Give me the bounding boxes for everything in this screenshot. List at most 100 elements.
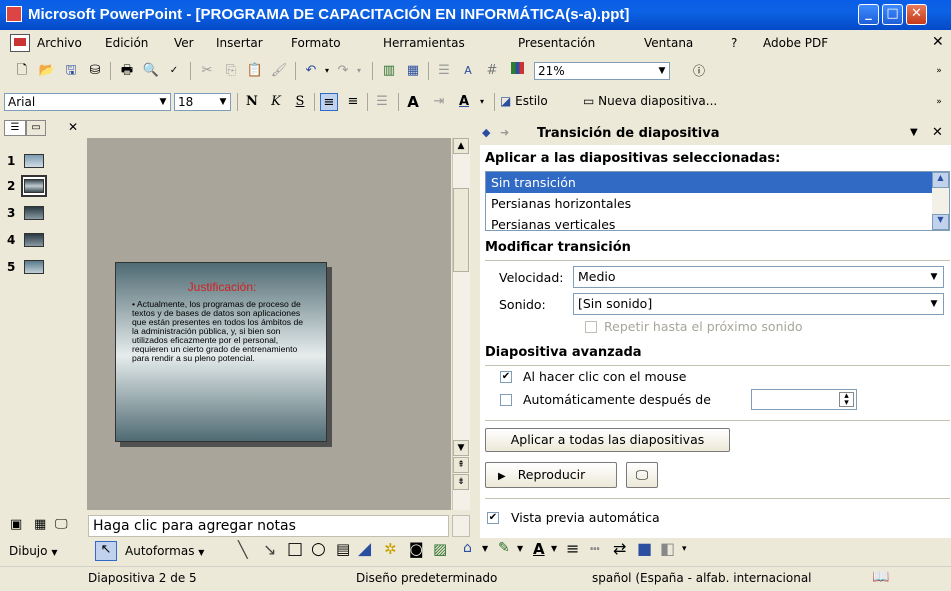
menu-ver[interactable]: Ver: [174, 36, 194, 50]
notes-scrollbar[interactable]: [452, 515, 470, 537]
font-color-dropdown-icon[interactable]: ▾: [473, 93, 491, 111]
insert-chart-icon[interactable]: ▥: [380, 62, 398, 80]
shadow-style-icon[interactable]: ■: [637, 539, 652, 558]
menu-presentacion[interactable]: Presentación: [518, 36, 595, 50]
back-icon[interactable]: ◆: [482, 126, 490, 139]
arrow-icon[interactable]: ↘: [263, 540, 276, 559]
line-style-icon[interactable]: ≡: [566, 539, 579, 558]
powerpoint-app-icon[interactable]: [6, 6, 22, 22]
wordart-icon[interactable]: ◢: [358, 539, 371, 559]
menu-insertar[interactable]: Insertar: [216, 36, 263, 50]
scroll-down-icon[interactable]: ▼: [453, 440, 469, 456]
chevron-down-icon[interactable]: ▼: [482, 544, 488, 553]
rectangle-icon[interactable]: □: [287, 539, 303, 559]
format-painter-icon[interactable]: 🖌: [270, 62, 288, 80]
play-button[interactable]: ▶ Reproducir: [485, 462, 617, 488]
italic-button[interactable]: K: [267, 93, 285, 111]
slide-thumbnail[interactable]: [24, 206, 44, 220]
font-color-icon[interactable]: A: [533, 540, 545, 558]
chevron-down-icon[interactable]: ▼: [517, 544, 523, 553]
autoshapes-menu-button[interactable]: Autoformas ▼: [125, 544, 204, 558]
close-icon[interactable]: ✕: [932, 125, 943, 140]
scroll-thumb[interactable]: [453, 188, 469, 272]
zoom-select[interactable]: 21% ▼: [534, 62, 670, 80]
on-mouse-click-checkbox[interactable]: ✔: [500, 371, 512, 383]
print-preview-icon[interactable]: 🔍: [142, 62, 160, 80]
list-item[interactable]: Persianas horizontales: [486, 193, 949, 214]
slide-title[interactable]: Justificación:: [116, 280, 328, 294]
cut-icon[interactable]: ✂: [198, 62, 216, 80]
redo-dropdown-icon[interactable]: ▾: [350, 62, 368, 80]
notes-field[interactable]: Haga clic para agregar notas: [88, 515, 449, 537]
bold-button[interactable]: N: [243, 93, 261, 111]
slide-sorter-view-icon[interactable]: ▦: [34, 517, 46, 532]
autopreview-checkbox[interactable]: ✔: [487, 512, 499, 524]
slide-editor[interactable]: Justificación: • Actualmente, los progra…: [87, 138, 451, 510]
show-grid-icon[interactable]: #: [483, 62, 501, 80]
new-icon[interactable]: 🗋: [13, 62, 31, 80]
fill-color-icon[interactable]: ⌂: [463, 540, 472, 556]
show-formatting-icon[interactable]: A: [459, 62, 477, 80]
design-button[interactable]: ◪ Estilo: [500, 94, 548, 108]
font-size-select[interactable]: 18 ▼: [174, 93, 231, 111]
draw-menu-button[interactable]: Dibujo ▼: [9, 544, 57, 558]
chevron-down-icon[interactable]: ▼: [551, 544, 557, 553]
close-pane-icon[interactable]: ✕: [68, 120, 78, 134]
bullets-icon[interactable]: ☰: [373, 93, 391, 111]
save-icon[interactable]: 🖫: [62, 62, 80, 80]
spelling-icon[interactable]: ✓: [165, 62, 183, 80]
list-item[interactable]: Sin transición: [486, 172, 949, 193]
clipart-icon[interactable]: ◙: [409, 540, 424, 558]
slide-thumbnail[interactable]: [24, 179, 44, 193]
auto-after-checkbox[interactable]: [500, 394, 512, 406]
oval-icon[interactable]: ○: [311, 539, 326, 559]
auto-after-spinner[interactable]: ▴ ▾: [751, 389, 857, 410]
normal-view-icon[interactable]: ▣: [10, 517, 22, 532]
menu-ventana[interactable]: Ventana: [644, 36, 693, 50]
close-document-icon[interactable]: ✕: [932, 34, 944, 50]
menu-edicion[interactable]: Edición: [105, 36, 148, 50]
title-bar[interactable]: Microsoft PowerPoint - [PROGRAMA DE CAPA…: [0, 0, 951, 30]
paste-icon[interactable]: 📋: [246, 62, 264, 80]
increase-indent-icon[interactable]: ⇥: [430, 93, 448, 111]
expand-all-icon[interactable]: ☰: [435, 62, 453, 80]
scroll-up-icon[interactable]: ▲: [453, 138, 469, 154]
diagram-icon[interactable]: ✲: [384, 540, 397, 558]
help-icon[interactable]: ⓘ: [690, 62, 708, 80]
menu-adobe-pdf[interactable]: Adobe PDF: [763, 36, 828, 50]
toolbar-options-icon[interactable]: »: [930, 93, 948, 111]
current-slide[interactable]: Justificación: • Actualmente, los progra…: [115, 262, 327, 442]
underline-button[interactable]: S: [291, 93, 309, 111]
slide-thumbnail[interactable]: [24, 233, 44, 247]
menu-formato[interactable]: Formato: [291, 36, 341, 50]
spinner-arrows-icon[interactable]: ▴ ▾: [839, 392, 854, 408]
document-icon[interactable]: [10, 34, 30, 52]
apply-to-all-button[interactable]: Aplicar a todas las diapositivas: [485, 428, 730, 452]
chevron-up-icon[interactable]: ▲: [932, 172, 949, 188]
arrow-style-icon[interactable]: ⇄: [613, 539, 626, 558]
insert-table-icon[interactable]: ▦: [404, 62, 422, 80]
align-left-icon[interactable]: ≡: [320, 93, 338, 111]
line-color-icon[interactable]: ✎: [498, 540, 510, 556]
font-color-icon[interactable]: A: [455, 93, 473, 111]
maximize-button[interactable]: □: [882, 4, 903, 25]
increase-font-icon[interactable]: A: [404, 93, 422, 111]
spelling-status-icon[interactable]: 📖: [872, 569, 889, 585]
menu-archivo[interactable]: Archivo: [37, 36, 82, 50]
slide-show-button[interactable]: 🖵: [626, 462, 658, 488]
chevron-down-icon[interactable]: ▼: [932, 214, 949, 230]
loop-sound-checkbox[interactable]: [585, 321, 597, 333]
open-icon[interactable]: 📂: [38, 62, 56, 80]
copy-icon[interactable]: ⎘: [222, 62, 240, 80]
forward-icon[interactable]: ➜: [500, 126, 509, 139]
slide-thumbnail[interactable]: [24, 260, 44, 274]
transition-list[interactable]: Sin transición Persianas horizontales Pe…: [485, 171, 950, 231]
line-icon[interactable]: ╲: [238, 540, 248, 559]
font-select[interactable]: Arial ▼: [4, 93, 171, 111]
list-item[interactable]: Persianas verticales: [486, 214, 949, 230]
new-slide-button[interactable]: ▭ Nueva diapositiva...: [583, 94, 717, 108]
chevron-down-icon[interactable]: ▼: [910, 127, 918, 138]
insert-picture-icon[interactable]: ▨: [433, 540, 447, 558]
menu-herramientas[interactable]: Herramientas: [383, 36, 465, 50]
toolbar-options-icon[interactable]: ▾: [682, 544, 687, 554]
